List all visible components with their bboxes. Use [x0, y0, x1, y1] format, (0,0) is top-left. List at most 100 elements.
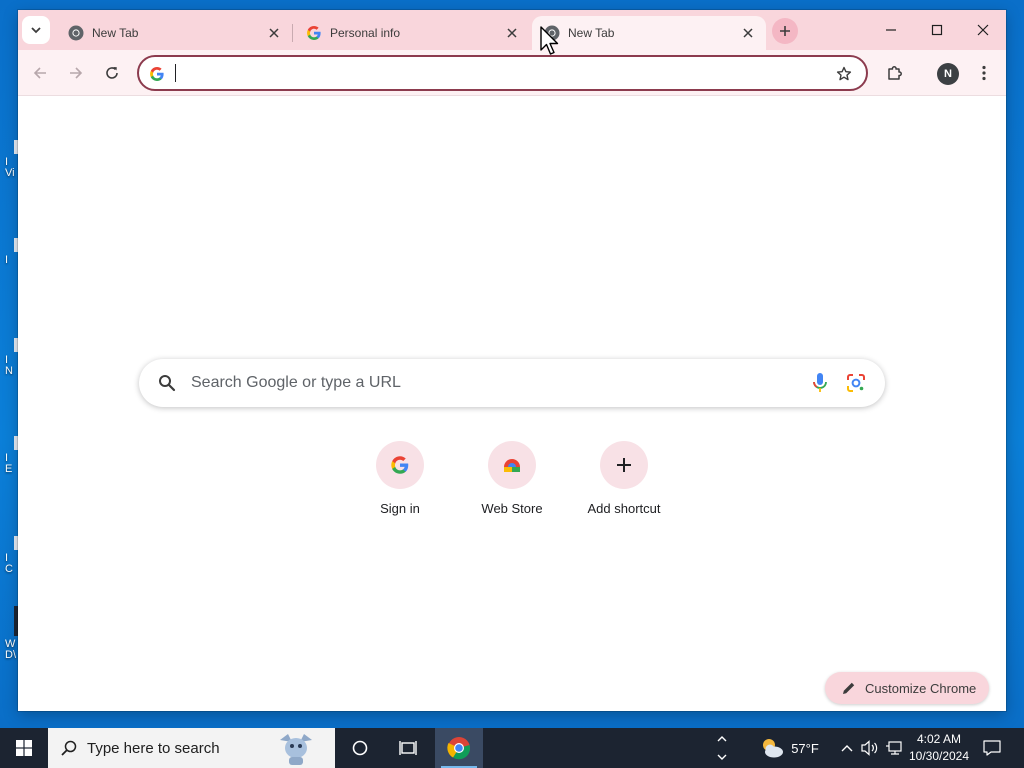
taskbar-search-placeholder: Type here to search — [87, 739, 220, 757]
speaker-icon — [861, 740, 878, 756]
close-icon — [507, 28, 517, 38]
taskbar-search-box[interactable]: Type here to search — [48, 728, 335, 768]
desktop-icon[interactable]: I C — [0, 536, 20, 575]
desktop-icon[interactable]: I — [0, 238, 20, 266]
clock-time: 4:02 AM — [916, 732, 962, 746]
google-lens-icon[interactable] — [846, 373, 866, 393]
shortcut-add[interactable]: Add shortcut — [568, 441, 680, 531]
extensions-button[interactable] — [880, 58, 910, 88]
task-view-button[interactable] — [384, 728, 432, 768]
google-g-icon — [307, 26, 321, 40]
address-input[interactable] — [173, 63, 813, 83]
desktop-icon[interactable]: I N — [0, 338, 20, 377]
profile-avatar[interactable]: N — [937, 63, 959, 85]
shortcut-tile — [376, 441, 424, 489]
text-caret — [175, 64, 176, 82]
shortcut-sign-in[interactable]: Sign in — [344, 441, 456, 531]
partly-cloudy-icon — [763, 739, 784, 758]
close-tab-button[interactable] — [264, 23, 284, 43]
tab-personal-info[interactable]: Personal info — [294, 16, 530, 50]
browser-toolbar: N — [18, 50, 1006, 96]
chrome-window: New Tab Personal info New Tab N Search G… — [18, 10, 1006, 711]
chevron-up-icon — [841, 745, 853, 752]
arrow-left-icon — [33, 67, 46, 79]
ntp-search-box[interactable] — [139, 359, 885, 407]
shortcut-tile — [488, 441, 536, 489]
close-window-button[interactable] — [960, 10, 1006, 50]
bookmark-button[interactable] — [834, 64, 854, 84]
more-vertical-icon — [982, 65, 986, 81]
back-button[interactable] — [25, 58, 55, 88]
new-tab-page: Sign in Web Store Add shortcut Customize… — [18, 97, 1006, 711]
ntp-search-input[interactable] — [191, 373, 791, 393]
start-button[interactable] — [0, 728, 48, 768]
pencil-icon — [843, 682, 855, 694]
chrome-icon — [447, 737, 471, 760]
notifications-button[interactable] — [980, 728, 1004, 768]
google-g-icon — [150, 67, 164, 81]
google-g-icon — [391, 456, 409, 474]
taskbar-scroll[interactable] — [714, 728, 730, 768]
menu-button[interactable] — [969, 58, 999, 88]
search-icon — [61, 740, 77, 756]
shortcut-label: Sign in — [380, 501, 420, 516]
customize-chrome-button[interactable]: Customize Chrome — [825, 672, 989, 704]
reload-button[interactable] — [97, 58, 127, 88]
show-hidden-icons-button[interactable] — [838, 728, 856, 768]
minimize-icon — [886, 29, 896, 31]
desktop-icon[interactable]: I Vi — [0, 140, 20, 179]
tab-search-button[interactable] — [22, 16, 50, 44]
close-icon — [977, 24, 989, 36]
chrome-icon — [68, 25, 84, 41]
minimize-button[interactable] — [868, 10, 914, 50]
tab-new-tab-1[interactable]: New Tab — [56, 16, 292, 50]
plus-icon — [780, 26, 790, 36]
volume-button[interactable] — [860, 728, 880, 768]
mouse-cursor-icon — [540, 26, 559, 55]
shortcut-web-store[interactable]: Web Store — [456, 441, 568, 531]
web-store-icon — [504, 459, 520, 472]
chevron-down-icon — [31, 27, 41, 34]
forward-button[interactable] — [61, 58, 91, 88]
maximize-icon — [931, 24, 943, 36]
arrow-right-icon — [70, 67, 83, 79]
reload-icon — [106, 67, 118, 79]
tab-new-tab-active[interactable]: New Tab — [532, 16, 766, 50]
search-icon — [159, 375, 176, 392]
desktop-icon[interactable]: W D\ — [0, 606, 20, 661]
windows-logo-icon — [16, 740, 32, 756]
customize-label: Customize Chrome — [865, 680, 977, 696]
shortcut-label: Add shortcut — [587, 501, 661, 516]
microphone-icon[interactable] — [810, 372, 830, 394]
tab-strip: New Tab Personal info New Tab — [18, 10, 1006, 50]
cortana-button[interactable] — [336, 728, 384, 768]
circle-icon — [352, 740, 368, 756]
close-tab-button[interactable] — [502, 23, 522, 43]
plus-icon — [617, 458, 631, 472]
address-bar[interactable] — [137, 55, 868, 91]
tab-title: New Tab — [568, 26, 615, 40]
taskbar: Type here to search 57°F 4:02 AM 10/30/2… — [0, 728, 1024, 768]
weather-widget[interactable]: 57°F — [754, 728, 824, 768]
task-view-icon — [399, 741, 417, 755]
puzzle-icon — [888, 66, 902, 80]
search-highlight-icon — [280, 734, 312, 765]
weather-temperature: 57°F — [791, 740, 819, 756]
close-icon — [743, 28, 753, 38]
notification-icon — [983, 740, 1001, 756]
chrome-taskbar-button[interactable] — [435, 728, 483, 768]
chevron-down-icon — [717, 754, 727, 760]
tab-title: Personal info — [330, 26, 401, 40]
chevron-up-icon — [717, 736, 727, 742]
desktop-icon[interactable]: I E — [0, 436, 20, 475]
close-icon — [269, 28, 279, 38]
tab-separator — [292, 24, 293, 42]
close-tab-button[interactable] — [738, 23, 758, 43]
taskbar-clock[interactable]: 4:02 AM 10/30/2024 — [899, 731, 979, 765]
maximize-button[interactable] — [914, 10, 960, 50]
clock-date: 10/30/2024 — [908, 749, 970, 763]
shortcut-label: Web Store — [481, 501, 543, 516]
new-tab-button[interactable] — [772, 18, 798, 44]
star-icon — [836, 66, 852, 81]
shortcut-tile — [600, 441, 648, 489]
